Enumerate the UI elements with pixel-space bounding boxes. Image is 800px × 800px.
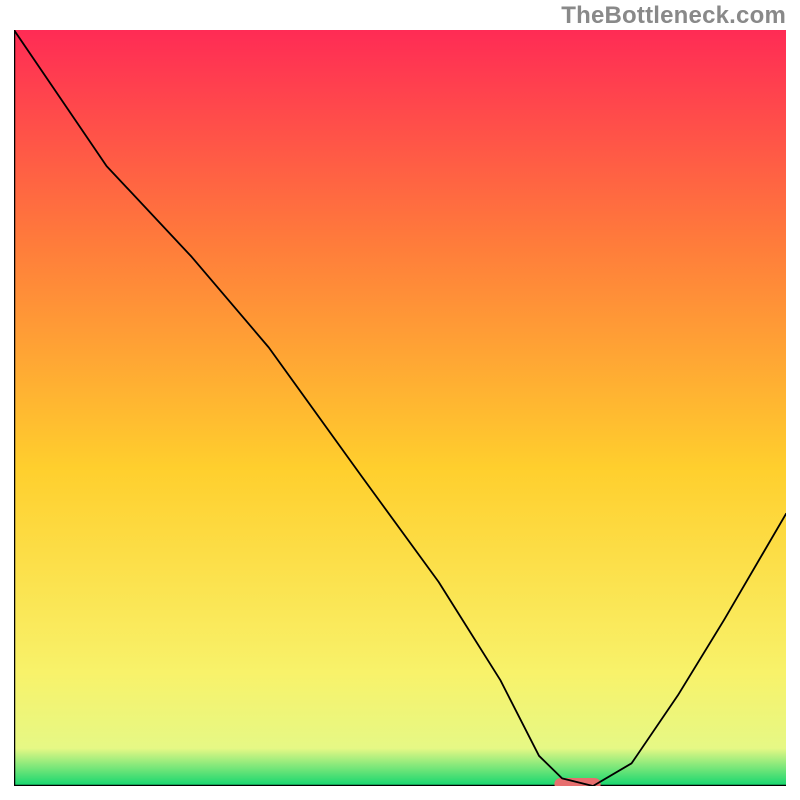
bottleneck-chart [14,30,786,786]
chart-background [14,30,786,786]
watermark-text: TheBottleneck.com [561,2,786,30]
